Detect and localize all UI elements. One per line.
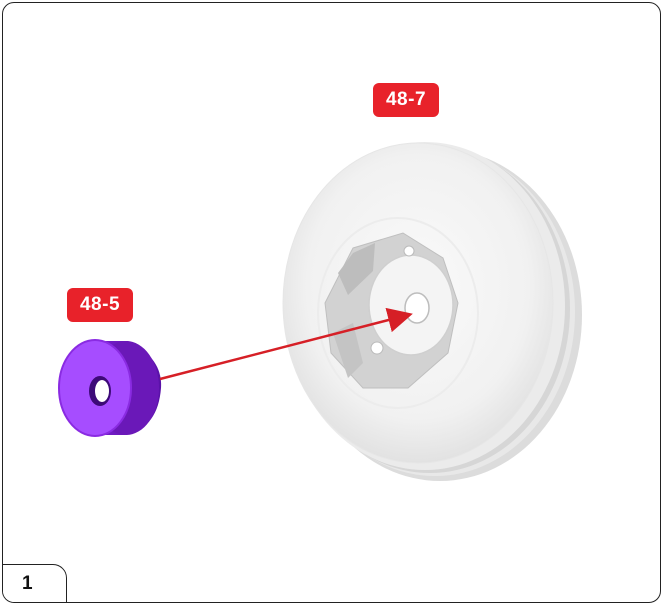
instruction-panel: 48-7 48-5 1 <box>2 2 661 603</box>
wheel-part-icon <box>282 142 582 481</box>
step-number-tab: 1 <box>3 564 67 602</box>
spacer-part-label: 48-5 <box>67 288 133 322</box>
step-number: 1 <box>22 573 33 594</box>
spacer-part-icon <box>58 339 162 437</box>
wheel-part-label: 48-7 <box>373 83 439 117</box>
